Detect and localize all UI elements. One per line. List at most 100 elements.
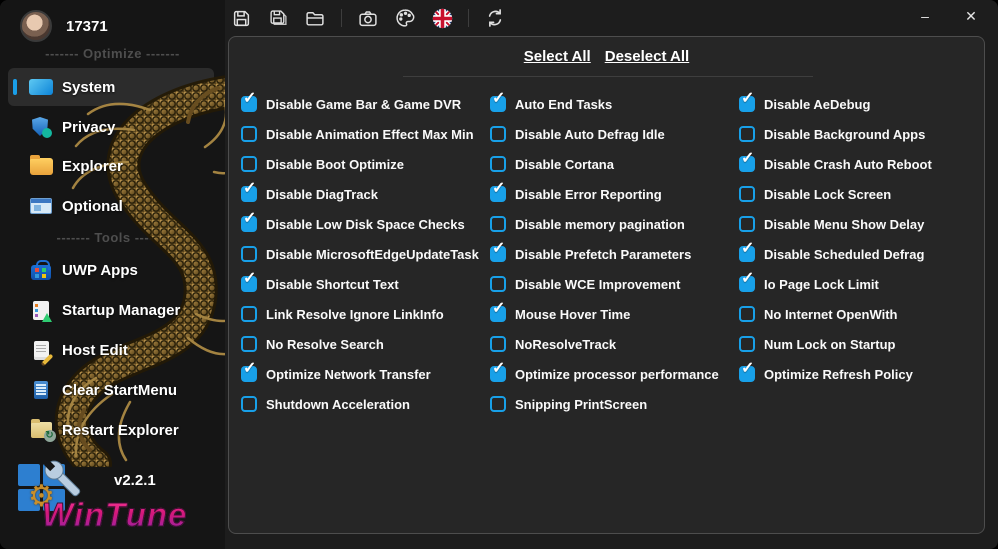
checkbox-checked[interactable]: ✓ (739, 241, 755, 262)
checkbox-checked[interactable]: ✓ (490, 181, 506, 202)
refresh-icon[interactable] (484, 7, 506, 29)
checkbox-row[interactable]: Disable Cortana (490, 149, 739, 179)
checkbox-unchecked[interactable] (490, 276, 506, 292)
checkbox-row[interactable]: Disable WCE Improvement (490, 269, 739, 299)
checkbox-row[interactable]: ✓ Disable Scheduled Defrag (739, 239, 988, 269)
checkbox-checked[interactable]: ✓ (241, 361, 257, 382)
checkbox-row[interactable]: ✓ Optimize Refresh Policy (739, 359, 988, 389)
select-all-link[interactable]: Select All (524, 48, 591, 65)
sidebar-item-restart-explorer[interactable]: ↻ Restart Explorer (8, 411, 214, 449)
theme-palette-icon[interactable] (394, 7, 416, 29)
privacy-shield-icon (28, 116, 54, 138)
toolbar-separator (468, 9, 469, 27)
checkbox-row[interactable]: ✓ Disable AeDebug (739, 89, 988, 119)
checkbox-row[interactable]: ✓ Auto End Tasks (490, 89, 739, 119)
checkbox-unchecked[interactable] (241, 396, 257, 412)
checkbox-row[interactable]: Num Lock on Startup (739, 329, 988, 359)
checkbox-row[interactable]: ✓ Mouse Hover Time (490, 299, 739, 329)
checkbox-unchecked[interactable] (739, 216, 755, 232)
checkbox-checked[interactable]: ✓ (241, 91, 257, 112)
checkbox-unchecked[interactable] (739, 336, 755, 352)
checkbox-row[interactable]: Snipping PrintScreen (490, 389, 739, 419)
checkbox-row[interactable]: Disable Menu Show Delay (739, 209, 988, 239)
checkbox-checked[interactable]: ✓ (241, 181, 257, 202)
sidebar-item-privacy[interactable]: Privacy (8, 108, 214, 146)
checkbox-unchecked[interactable] (490, 396, 506, 412)
checkbox-unchecked[interactable] (241, 156, 257, 172)
checkbox-unchecked[interactable] (490, 126, 506, 142)
checkbox-row[interactable]: Disable MicrosoftEdgeUpdateTask (241, 239, 490, 269)
checkbox-unchecked[interactable] (490, 336, 506, 352)
checkbox-row[interactable]: ✓ Disable Low Disk Space Checks (241, 209, 490, 239)
checkbox-row[interactable]: Disable Background Apps (739, 119, 988, 149)
checkbox-checked[interactable]: ✓ (241, 211, 257, 232)
checkbox-row[interactable]: Disable memory pagination (490, 209, 739, 239)
camera-icon[interactable] (357, 7, 379, 29)
sidebar-item-label: Privacy (62, 118, 116, 136)
profile[interactable]: 17371 (20, 10, 108, 42)
checkbox-row[interactable]: Disable Auto Defrag Idle (490, 119, 739, 149)
sidebar-item-startup-manager[interactable]: Startup Manager (8, 291, 214, 329)
checkbox-label: Disable memory pagination (515, 216, 685, 232)
app-window: 17371 ------- Optimize ------- System Pr… (0, 0, 998, 549)
sidebar-item-clear-startmenu[interactable]: Clear StartMenu (8, 371, 214, 409)
checkbox-row[interactable]: Shutdown Acceleration (241, 389, 490, 419)
checkbox-label: Disable Animation Effect Max Min (266, 126, 474, 142)
checkbox-label: Disable AeDebug (764, 96, 871, 112)
checkbox-label: NoResolveTrack (515, 336, 617, 352)
checkbox-checked[interactable]: ✓ (490, 361, 506, 382)
checkbox-row[interactable]: ✓ Disable Game Bar & Game DVR (241, 89, 490, 119)
checkbox-unchecked[interactable] (739, 186, 755, 202)
language-uk-flag-icon[interactable] (431, 7, 453, 29)
checkbox-row[interactable]: ✓ Disable Crash Auto Reboot (739, 149, 988, 179)
deselect-all-link[interactable]: Deselect All (605, 48, 690, 65)
checkbox-unchecked[interactable] (739, 126, 755, 142)
checkbox-label: Snipping PrintScreen (515, 396, 648, 412)
checkbox-unchecked[interactable] (241, 306, 257, 322)
open-folder-icon[interactable] (304, 7, 326, 29)
checkbox-row[interactable]: ✓ Disable Prefetch Parameters (490, 239, 739, 269)
checkbox-checked[interactable]: ✓ (490, 301, 506, 322)
checkbox-row[interactable]: ✓ Optimize Network Transfer (241, 359, 490, 389)
checkbox-unchecked[interactable] (490, 156, 506, 172)
checkbox-checked[interactable]: ✓ (490, 91, 506, 112)
sidebar: 17371 ------- Optimize ------- System Pr… (0, 0, 225, 549)
checkbox-checked[interactable]: ✓ (739, 151, 755, 172)
checkbox-checked[interactable]: ✓ (739, 271, 755, 292)
sidebar-item-label: Explorer (62, 157, 123, 175)
checkbox-row[interactable]: No Internet OpenWith (739, 299, 988, 329)
checkbox-unchecked[interactable] (490, 216, 506, 232)
check-icon: ✓ (492, 180, 506, 197)
checkbox-label: Shutdown Acceleration (266, 396, 410, 412)
checkbox-row[interactable]: No Resolve Search (241, 329, 490, 359)
sidebar-item-system[interactable]: System (8, 68, 214, 106)
checkbox-row[interactable]: ✓ Disable DiagTrack (241, 179, 490, 209)
checkbox-row[interactable]: ✓ Io Page Lock Limit (739, 269, 988, 299)
checkbox-checked[interactable]: ✓ (241, 271, 257, 292)
checkbox-checked[interactable]: ✓ (739, 361, 755, 382)
checkbox-row[interactable]: ✓ Disable Shortcut Text (241, 269, 490, 299)
sidebar-item-uwp-apps[interactable]: UWP Apps (8, 251, 214, 289)
avatar (20, 10, 52, 42)
checkbox-unchecked[interactable] (241, 246, 257, 262)
checkbox-unchecked[interactable] (739, 306, 755, 322)
checkbox-label: Disable Cortana (515, 156, 614, 172)
save-all-icon[interactable] (267, 7, 289, 29)
checkbox-row[interactable]: Disable Boot Optimize (241, 149, 490, 179)
save-icon[interactable] (230, 7, 252, 29)
checkbox-unchecked[interactable] (241, 336, 257, 352)
checkbox-checked[interactable]: ✓ (490, 241, 506, 262)
checkbox-row[interactable]: Disable Animation Effect Max Min (241, 119, 490, 149)
checkbox-unchecked[interactable] (241, 126, 257, 142)
checkbox-checked[interactable]: ✓ (739, 91, 755, 112)
checkbox-row[interactable]: ✓ Optimize processor performance (490, 359, 739, 389)
sidebar-item-host-edit[interactable]: Host Edit (8, 331, 214, 369)
close-button[interactable]: ✕ (956, 4, 986, 28)
sidebar-item-optional[interactable]: Optional (8, 187, 214, 225)
checkbox-row[interactable]: Disable Lock Screen (739, 179, 988, 209)
checkbox-row[interactable]: ✓ Disable Error Reporting (490, 179, 739, 209)
checkbox-row[interactable]: NoResolveTrack (490, 329, 739, 359)
minimize-button[interactable]: – (910, 4, 940, 28)
sidebar-item-explorer[interactable]: Explorer (8, 147, 214, 185)
checkbox-row[interactable]: Link Resolve Ignore LinkInfo (241, 299, 490, 329)
